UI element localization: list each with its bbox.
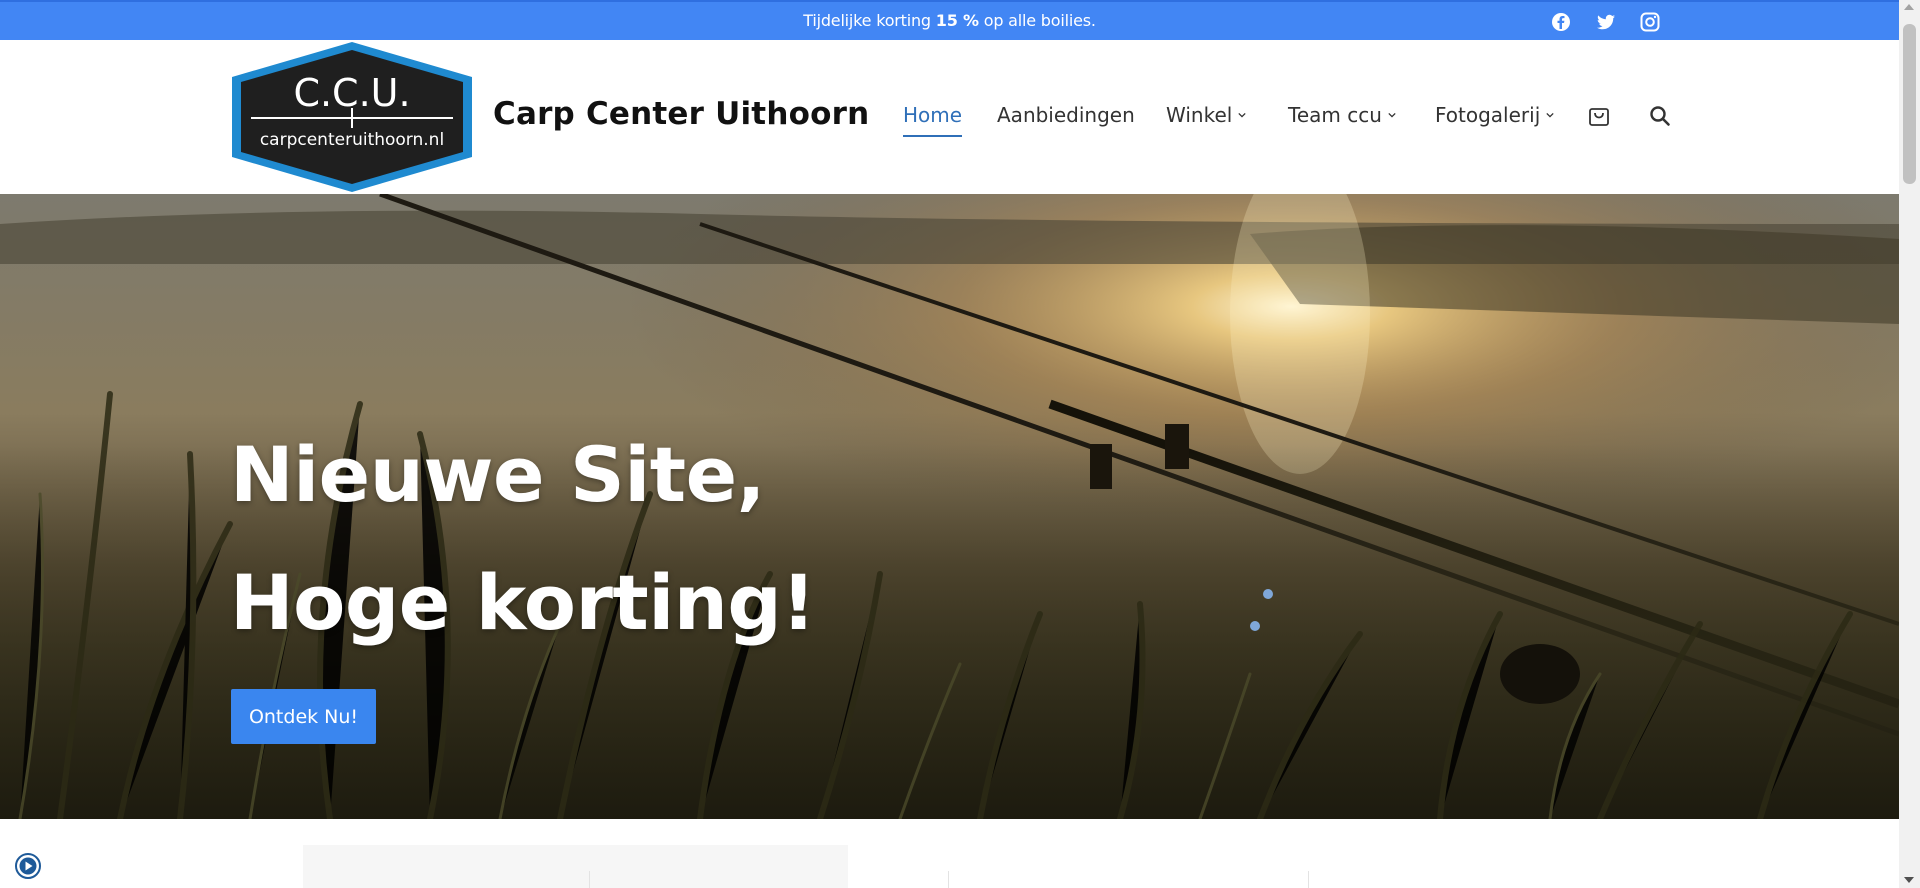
nav-aanbiedingen[interactable]: Aanbiedingen (997, 103, 1135, 127)
nav-fotogalerij[interactable]: Fotogalerij (1435, 103, 1554, 127)
scroll-down-arrow[interactable] (1904, 877, 1914, 883)
content-section (0, 819, 1899, 888)
site-header: C.C.U. carpcenteruithoorn.nl Carp Center… (0, 40, 1899, 195)
hero-heading-line1: Nieuwe Site, (230, 430, 766, 519)
nav-winkel[interactable]: Winkel (1166, 103, 1246, 127)
search-icon[interactable] (1648, 104, 1672, 128)
logo-line2: carpcenteruithoorn.nl (260, 130, 444, 150)
site-title[interactable]: Carp Center Uithoorn (493, 96, 869, 132)
site-logo[interactable]: C.C.U. carpcenteruithoorn.nl (229, 40, 475, 194)
chevron-down-icon (1238, 112, 1246, 118)
accessibility-play-icon[interactable] (15, 853, 41, 879)
content-panel (303, 845, 848, 888)
ontdek-nu-button[interactable]: Ontdek Nu! (231, 689, 376, 744)
twitter-icon[interactable] (1596, 12, 1616, 32)
promo-discount: 15 % (935, 11, 979, 30)
divider (948, 871, 949, 888)
nav-aanbiedingen-label: Aanbiedingen (997, 103, 1135, 127)
promo-text-start: Tijdelijke korting (803, 11, 936, 30)
divider (1308, 871, 1309, 888)
nav-team-ccu-label: Team ccu (1288, 103, 1382, 127)
nav-active-underline (903, 135, 963, 137)
hero-banner: Nieuwe Site, Hoge korting! Ontdek Nu! (0, 194, 1899, 819)
page-scrollbar[interactable] (1899, 0, 1920, 888)
nav-winkel-label: Winkel (1166, 103, 1233, 127)
scroll-up-arrow[interactable] (1904, 4, 1914, 10)
nav-home[interactable]: Home (903, 103, 963, 137)
nav-fotogalerij-label: Fotogalerij (1435, 103, 1541, 127)
chevron-down-icon (1388, 112, 1396, 118)
chevron-down-icon (1546, 112, 1554, 118)
shopping-bag-icon[interactable] (1587, 104, 1611, 128)
divider (589, 871, 590, 888)
instagram-icon[interactable] (1640, 12, 1660, 32)
scrollbar-thumb[interactable] (1903, 24, 1916, 184)
promo-text-end: op alle boilies. (978, 11, 1096, 30)
facebook-icon[interactable] (1551, 12, 1571, 32)
announcement-bar: Tijdelijke korting 15 % op alle boilies. (0, 0, 1899, 40)
hero-heading-line2: Hoge korting! (230, 558, 816, 647)
nav-home-label: Home (903, 103, 963, 127)
nav-team-ccu[interactable]: Team ccu (1288, 103, 1396, 127)
